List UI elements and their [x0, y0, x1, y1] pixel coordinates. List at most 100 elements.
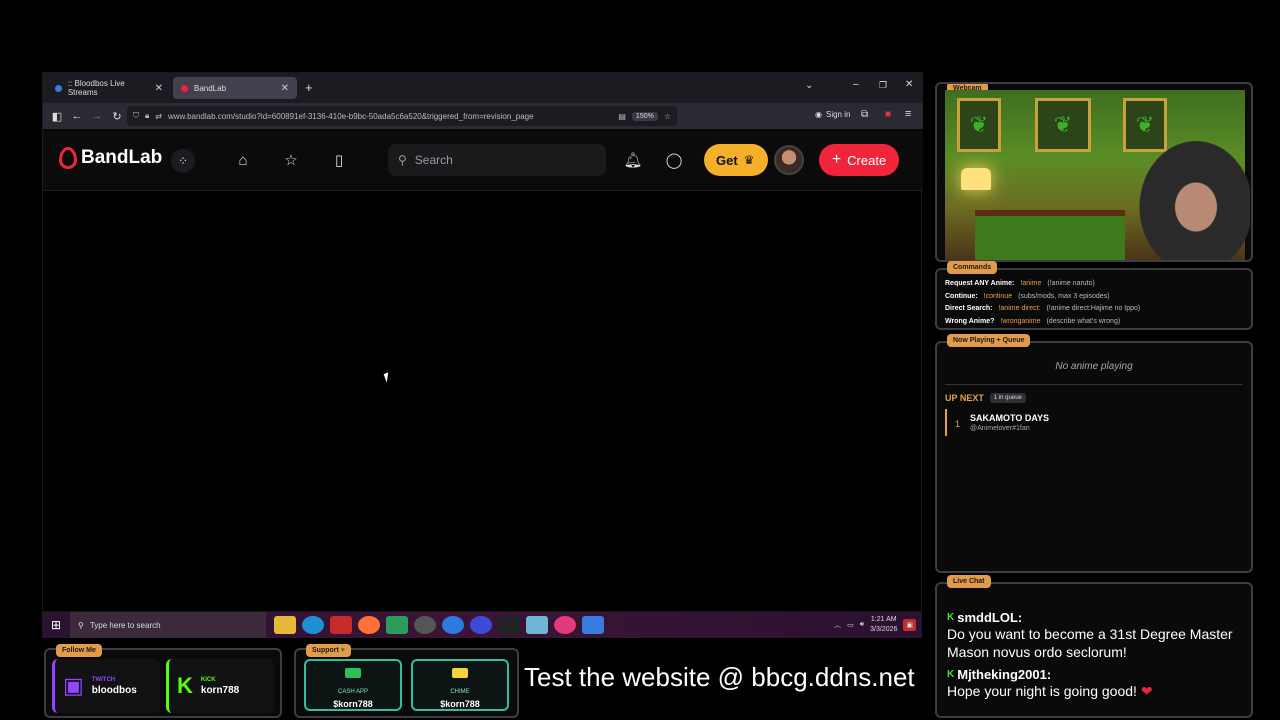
close-window-icon[interactable]: ✕ — [905, 79, 913, 90]
tab-bar: :: Bloodbos Live Streams ✕ BandLab ✕ + ⌄… — [43, 73, 923, 103]
webcam-panel: Webcam ❦ ❦ ❦ — [935, 82, 1253, 262]
get-membership-button[interactable]: Get ♛ — [704, 144, 768, 176]
chat-username-text: Mjtheking2001: — [957, 667, 1052, 682]
command-desc: (!anime direct:Hajime no Ippo) — [1046, 305, 1141, 312]
media-player-icon[interactable] — [470, 616, 492, 634]
crown-icon: ♛ — [743, 153, 755, 167]
player-icon[interactable] — [554, 616, 576, 634]
firefox-icon[interactable] — [358, 616, 380, 634]
leaf-icon: ❦ — [969, 112, 989, 137]
clock-time: 1:21 AM — [870, 616, 897, 623]
chat-message-text: Hope your night is going good! — [947, 683, 1137, 699]
support-tag: Support ♥ — [306, 644, 351, 657]
window-app-icon[interactable] — [526, 616, 548, 634]
star-icon[interactable]: ☆ — [281, 151, 301, 171]
library-icon[interactable]: ▯ — [329, 151, 349, 171]
taskbar-clock[interactable]: 1:21 AM 3/3/2026 — [870, 615, 897, 635]
cash-app-card[interactable]: CASH APP $korn788 — [304, 659, 402, 711]
minimize-icon[interactable]: – — [853, 79, 859, 90]
browser-app-icon[interactable] — [442, 616, 464, 634]
edge-icon[interactable] — [302, 616, 324, 634]
lock-icon[interactable]: 🔒︎ — [145, 111, 149, 121]
queue-requester: @Animelover#1fan — [970, 425, 1030, 432]
sign-in-button[interactable]: ◉ Sign in — [815, 110, 850, 119]
search-input[interactable]: ⚲ Search — [388, 144, 606, 176]
extensions-icon[interactable]: ⧉ — [861, 109, 868, 120]
tab-list-chevron-icon[interactable]: ⌄ — [805, 80, 813, 91]
command-row: Direct Search: !anime direct: (!anime di… — [945, 303, 1243, 316]
avatar[interactable] — [774, 145, 804, 175]
extension-badge-icon[interactable]: ■ — [885, 109, 891, 120]
notifications-bell-icon[interactable]: 🔔︎ — [623, 151, 643, 171]
bookmark-star-icon[interactable]: ☆ — [664, 112, 671, 121]
chime-card[interactable]: CHIME $korn788 — [411, 659, 509, 711]
poster-image: ❦ — [957, 98, 1001, 152]
tab-bandlab[interactable]: BandLab ✕ — [173, 77, 297, 99]
command-text: !anime — [1020, 280, 1042, 287]
get-label: Get — [716, 152, 738, 168]
command-row: Wrong Anime? !wronganime (describe what'… — [945, 316, 1243, 329]
voicemeeter-icon[interactable] — [330, 616, 352, 634]
restore-icon[interactable]: ❐ — [879, 80, 887, 91]
app-icon[interactable] — [386, 616, 408, 634]
reader-view-icon[interactable]: ▤ — [618, 112, 626, 121]
sidebar-icon[interactable]: ◧ — [47, 110, 67, 123]
support-panel: Support ♥ CASH APP $korn788 CHIME $korn7… — [294, 644, 519, 718]
terminal-icon[interactable] — [498, 616, 520, 634]
shield-icon[interactable]: ⛉ — [133, 111, 139, 121]
now-playing-status: No anime playing — [945, 357, 1243, 385]
file-explorer-icon[interactable] — [274, 616, 296, 634]
command-label: Wrong Anime? — [945, 317, 995, 325]
search-placeholder: Search — [414, 153, 453, 167]
home-icon[interactable]: ⌂ — [233, 151, 253, 171]
app-diamond-icon[interactable] — [582, 616, 604, 634]
taskbar-search-input[interactable]: ⚲ Type here to search — [70, 612, 266, 638]
queue-item: 1 SAKAMOTO DAYS @Animelover#1fan — [945, 409, 1243, 436]
close-tab-icon[interactable]: ✕ — [281, 83, 289, 94]
tab-bloodbos-streams[interactable]: :: Bloodbos Live Streams ✕ — [47, 77, 171, 99]
chat-username: K Mjtheking2001: — [947, 667, 1241, 682]
create-button[interactable]: + Create — [819, 144, 899, 176]
menu-icon[interactable]: ≡ — [905, 108, 911, 120]
zoom-level[interactable]: 150% — [631, 111, 658, 121]
windows-start-icon[interactable]: ⊞ — [42, 618, 70, 632]
queue-title: SAKAMOTO DAYS — [970, 413, 1050, 423]
reload-icon[interactable]: ↻ — [107, 110, 127, 123]
volume-icon[interactable]: 🔊︎ — [860, 621, 864, 629]
new-tab-icon[interactable]: + — [305, 80, 313, 95]
close-tab-icon[interactable]: ✕ — [155, 83, 163, 94]
notifications-icon[interactable]: ▣ — [903, 619, 916, 631]
windows-taskbar: ⊞ ⚲ Type here to search ︿ ▭ 🔊︎ 1:21 AM 3… — [42, 612, 922, 638]
twitch-card[interactable]: ▣ TWITCH bloodbos — [52, 659, 160, 713]
permissions-icon[interactable]: ⇄ — [155, 112, 162, 121]
up-next-label: UP NEXT — [945, 393, 984, 403]
bandlab-logo-text: BandLab — [81, 147, 163, 168]
cash-app-icon — [345, 668, 361, 678]
bandlab-logo[interactable]: BandLab — [59, 147, 162, 169]
commands-tag: Commands — [947, 261, 998, 274]
tray-chevron-icon[interactable]: ︿ — [834, 620, 841, 630]
network-icon[interactable]: ▭ — [847, 621, 854, 629]
streamer-image — [1130, 130, 1250, 260]
search-icon: ⚲ — [398, 153, 407, 167]
messages-icon[interactable]: ◯ — [664, 151, 684, 171]
cannabis-poster-image: ❦ — [1035, 98, 1091, 152]
command-row: Continue: !continue (subs/mods, max 3 ep… — [945, 291, 1243, 304]
command-text: !continue — [983, 292, 1013, 300]
tab-label: :: Bloodbos Live Streams — [67, 79, 125, 97]
command-label: Direct Search: — [945, 305, 993, 312]
webcam-feed: ❦ ❦ ❦ — [945, 90, 1250, 260]
back-icon[interactable]: ← — [67, 110, 87, 122]
bandlab-header: BandLab ⁘ ⌂ ☆ ▯ ⚲ Search 🔔︎ ◯ Get ♛ + Cr… — [43, 129, 923, 191]
sign-in-label: Sign in — [825, 110, 851, 119]
kick-card[interactable]: K KICK korn788 — [166, 659, 274, 713]
url-text[interactable]: www.bandlab.com/studio?id=600891ef-3136-… — [168, 112, 534, 121]
apps-grid-icon[interactable]: ⁘ — [171, 149, 195, 173]
chat-message: Hope your night is going good! ❤ — [947, 682, 1241, 700]
url-bar[interactable]: ⛉ 🔒︎ ⇄ www.bandlab.com/studio?id=600891e… — [127, 106, 677, 126]
chime-label: CHIME — [450, 689, 470, 695]
forward-icon[interactable]: → — [87, 110, 107, 122]
follow-panel: Follow Me ▣ TWITCH bloodbos K KICK korn7… — [44, 644, 282, 718]
command-desc: (!anime naruto) — [1047, 280, 1095, 287]
obs-icon[interactable] — [414, 616, 436, 634]
